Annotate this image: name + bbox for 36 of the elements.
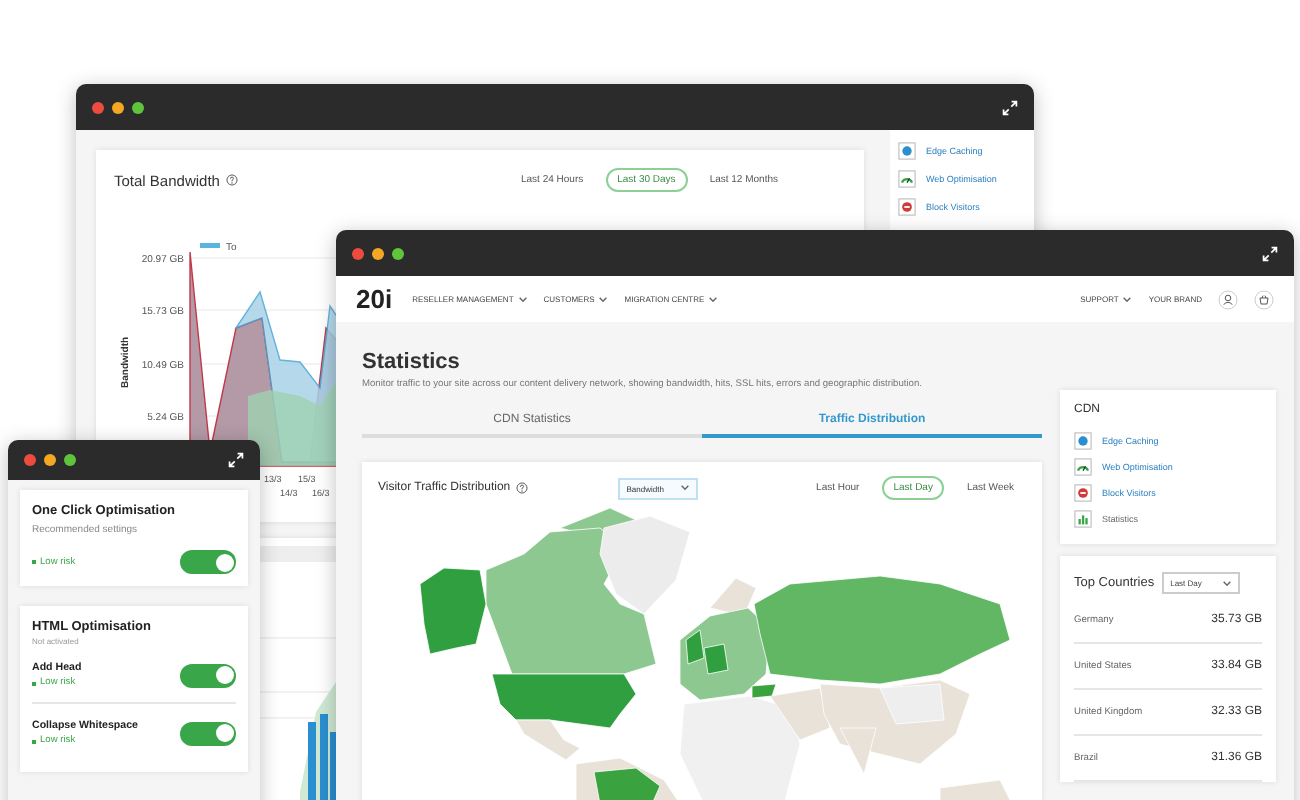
minimize-button[interactable] xyxy=(372,247,384,259)
toggle-switch[interactable] xyxy=(180,550,236,574)
legend-swatch-icon xyxy=(200,243,220,248)
maximize-button[interactable] xyxy=(132,101,144,113)
caret-icon xyxy=(1122,295,1133,303)
toggle-switch[interactable] xyxy=(180,663,236,687)
maximize-button[interactable] xyxy=(392,247,404,259)
no-entry-icon xyxy=(898,198,916,216)
help-icon[interactable] xyxy=(516,482,529,494)
expand-icon[interactable] xyxy=(1002,99,1018,115)
logo[interactable]: 20i xyxy=(356,284,393,314)
no-entry-icon xyxy=(1074,484,1092,502)
gauge-icon xyxy=(1074,458,1092,476)
caret-icon xyxy=(598,295,609,303)
caret-icon xyxy=(708,295,719,303)
basket-icon[interactable] xyxy=(1254,289,1274,309)
toggle-switch[interactable] xyxy=(180,721,236,745)
minimize-button[interactable] xyxy=(112,101,124,113)
chart-bar xyxy=(308,722,316,800)
page-title: Statistics xyxy=(362,350,462,374)
caret-icon xyxy=(517,295,528,303)
bar-chart-icon xyxy=(1074,510,1092,528)
caret-icon xyxy=(1221,579,1232,587)
expand-icon[interactable] xyxy=(1262,245,1278,261)
close-button[interactable] xyxy=(352,247,364,259)
minimize-button[interactable] xyxy=(44,454,56,466)
close-button[interactable] xyxy=(24,454,36,466)
user-icon[interactable] xyxy=(1218,289,1238,309)
help-icon[interactable] xyxy=(225,174,238,186)
maximize-button[interactable] xyxy=(64,454,76,466)
dot-icon xyxy=(898,142,916,160)
expand-icon[interactable] xyxy=(228,452,244,468)
caret-icon xyxy=(679,484,690,492)
close-button[interactable] xyxy=(92,101,104,113)
dot-icon xyxy=(1074,432,1092,450)
gauge-icon xyxy=(898,170,916,188)
